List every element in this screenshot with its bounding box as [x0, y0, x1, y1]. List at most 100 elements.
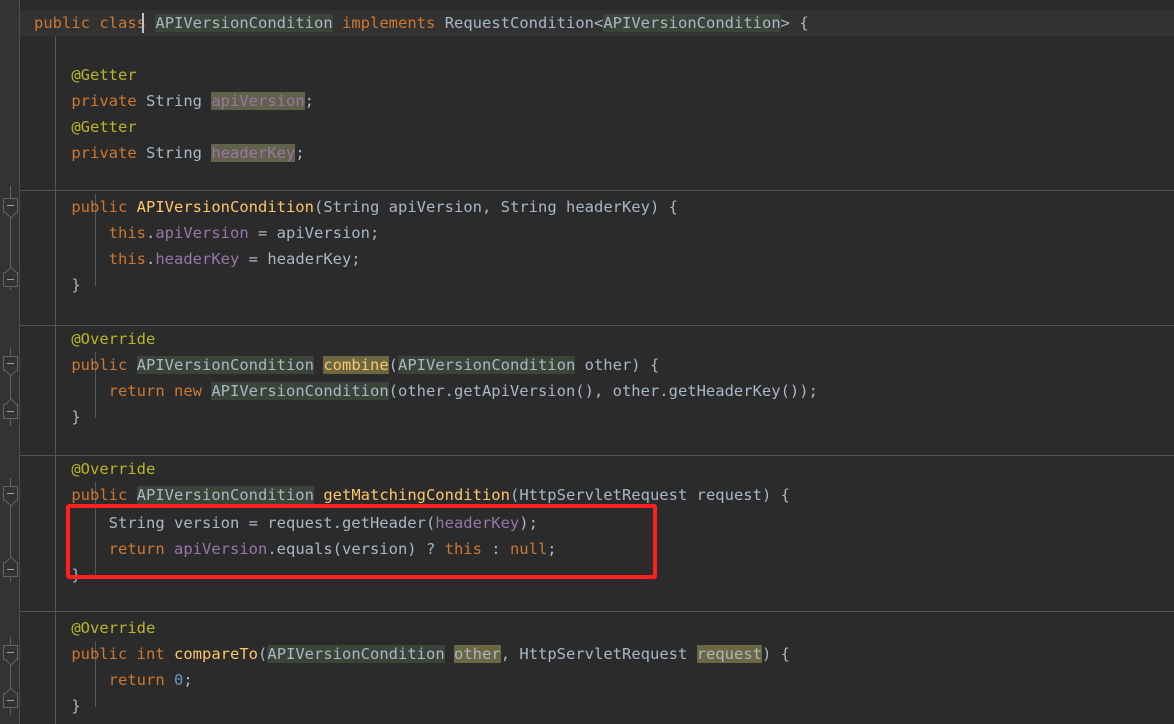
code-token: public: [71, 645, 128, 663]
code-token: this: [444, 540, 482, 558]
method-separator-line: [20, 190, 1174, 191]
code-token: other) {: [575, 356, 660, 374]
code-token: HttpServletRequest: [519, 486, 688, 504]
code-line[interactable]: }: [34, 272, 80, 298]
code-token-highlighted: request: [696, 645, 763, 663]
code-token: this: [108, 250, 146, 268]
code-line[interactable]: private String apiVersion;: [34, 88, 314, 114]
code-line[interactable]: @Override: [34, 615, 155, 641]
code-line[interactable]: this.headerKey = headerKey;: [34, 246, 361, 272]
fold-collapse-icon[interactable]: [3, 198, 18, 213]
code-token: (: [509, 486, 520, 504]
code-token-highlighted: APIVersionCondition: [155, 14, 333, 32]
minus-icon: [7, 205, 14, 206]
code-line[interactable]: return apiVersion.equals(version) ? this…: [34, 536, 557, 562]
code-line[interactable]: public int compareTo(APIVersionCondition…: [34, 641, 790, 667]
code-token: .: [145, 250, 156, 268]
fold-collapse-icon[interactable]: [3, 356, 18, 371]
code-token: (: [388, 356, 398, 374]
code-line[interactable]: @Getter: [34, 62, 137, 88]
fold-region-end-icon[interactable]: [3, 404, 18, 419]
minus-icon: [7, 569, 14, 570]
fold-region-end-icon[interactable]: [3, 693, 18, 708]
code-token-highlighted: APIVersionCondition: [267, 645, 445, 663]
code-line[interactable]: @Override: [34, 456, 155, 482]
code-line[interactable]: @Getter: [34, 114, 137, 140]
code-token: getMatchingCondition: [323, 486, 510, 504]
code-token: this: [108, 224, 146, 242]
code-line[interactable]: }: [34, 693, 80, 719]
code-token: 0: [174, 671, 184, 689]
code-token: class: [99, 14, 147, 32]
code-token: APIVersionCondition: [136, 198, 314, 216]
code-line[interactable]: public APIVersionCondition(String apiVer…: [34, 194, 678, 220]
code-token: private: [71, 144, 137, 162]
code-token: @Override: [34, 619, 156, 637]
code-token: :: [481, 540, 510, 558]
code-line[interactable]: }: [34, 404, 81, 430]
code-token: HttpServletRequest: [519, 645, 688, 663]
fold-region-end-icon[interactable]: [3, 562, 18, 577]
code-editor[interactable]: public class APIVersionCondition impleme…: [0, 0, 1174, 724]
code-token: <: [594, 14, 604, 32]
code-token: }: [34, 408, 81, 426]
code-token: (: [258, 645, 268, 663]
minus-icon: [7, 363, 14, 364]
minus-icon: [7, 652, 14, 653]
code-line[interactable]: @Override: [34, 326, 155, 352]
code-token: request) {: [687, 486, 790, 504]
code-token: ;: [295, 144, 305, 162]
code-token: headerKey: [435, 514, 520, 532]
code-token: apiVersion: [155, 224, 249, 242]
minus-icon: [7, 411, 14, 412]
code-token: public: [71, 356, 128, 374]
code-line[interactable]: }: [34, 562, 80, 588]
minus-icon: [7, 279, 14, 280]
code-line[interactable]: public class APIVersionCondition impleme…: [34, 10, 809, 36]
code-token-highlighted: APIVersionCondition: [136, 356, 314, 374]
fold-collapse-icon[interactable]: [3, 645, 18, 660]
code-line[interactable]: String version = request.getHeader(heade…: [34, 510, 538, 536]
code-token: public: [71, 198, 128, 216]
code-line[interactable]: private String headerKey;: [34, 140, 305, 166]
code-content-area[interactable]: public class APIVersionCondition impleme…: [20, 0, 1174, 724]
code-token: compareTo: [174, 645, 259, 663]
code-line[interactable]: return new APIVersionCondition(other.get…: [34, 378, 818, 404]
code-line[interactable]: this.apiVersion = apiVersion;: [34, 220, 380, 246]
code-token: public: [71, 486, 128, 504]
minus-icon: [7, 700, 14, 701]
fold-collapse-icon[interactable]: [3, 486, 18, 501]
code-token-highlighted: combine: [323, 356, 389, 374]
code-token: String: [146, 144, 202, 162]
text-cursor: [142, 13, 144, 33]
code-token: @Getter: [34, 118, 137, 136]
code-line[interactable]: return 0;: [34, 667, 193, 693]
code-token: return: [108, 382, 165, 400]
fold-region-end-icon[interactable]: [3, 272, 18, 287]
code-token: headerKey: [155, 250, 240, 268]
code-token: String: [323, 198, 380, 216]
code-line[interactable]: public APIVersionCondition getMatchingCo…: [34, 482, 790, 508]
method-separator-line: [20, 325, 1174, 326]
code-token: (: [313, 198, 324, 216]
code-token: @Getter: [34, 66, 137, 84]
code-line[interactable]: public APIVersionCondition combine(APIVe…: [34, 352, 659, 378]
